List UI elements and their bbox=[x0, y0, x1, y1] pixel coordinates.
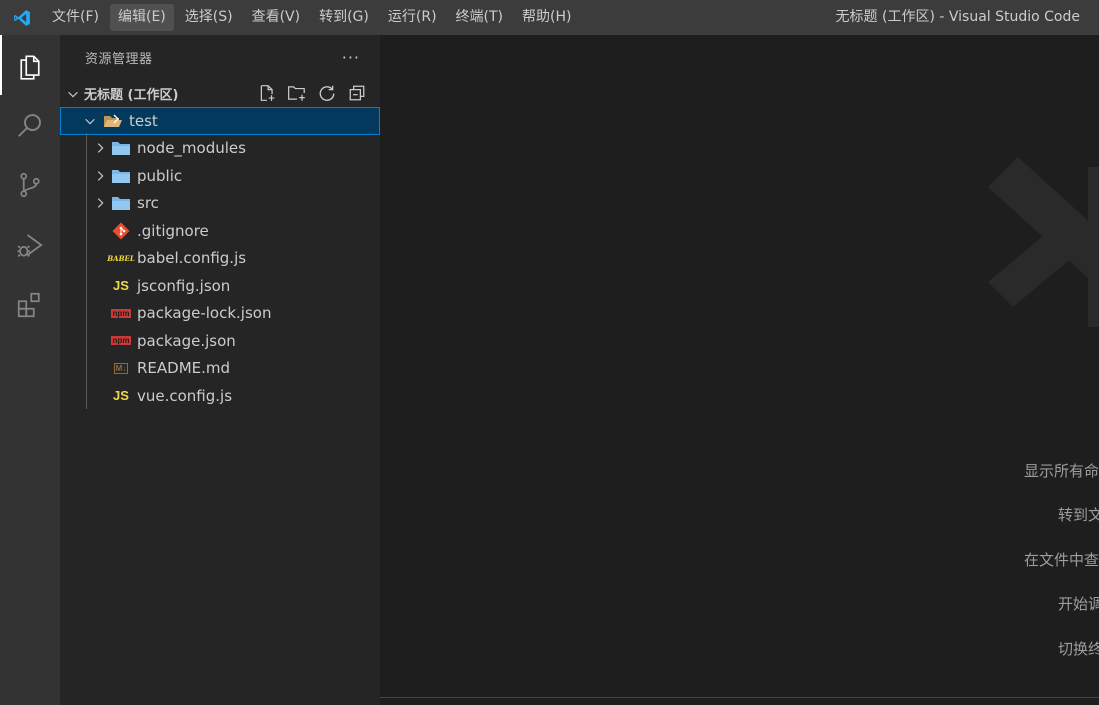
markdown-icon: M↓ bbox=[113, 362, 129, 374]
hint-start-debugging: 开始调 bbox=[1058, 595, 1099, 613]
activity-search[interactable] bbox=[0, 95, 60, 155]
folder-icon bbox=[110, 139, 132, 157]
chevron-down-icon bbox=[65, 86, 81, 102]
menu-terminal[interactable]: 终端(T) bbox=[448, 4, 511, 31]
panel-divider bbox=[380, 697, 1099, 698]
vscode-logo-icon[interactable] bbox=[0, 0, 44, 35]
folder-icon bbox=[110, 194, 132, 212]
tree-item-label: babel.config.js bbox=[137, 249, 247, 268]
extensions-icon bbox=[17, 292, 40, 318]
refresh-icon[interactable] bbox=[312, 82, 342, 104]
tree-item-label: test bbox=[129, 111, 158, 130]
run-debug-icon bbox=[17, 234, 43, 257]
indent-guide bbox=[86, 133, 87, 409]
tree-item-label: node_modules bbox=[137, 139, 246, 158]
tree-item-label: .gitignore bbox=[137, 221, 209, 240]
npm-icon: npm bbox=[110, 336, 132, 346]
hint-go-to-file: 转到文 bbox=[1058, 506, 1099, 524]
new-file-icon[interactable] bbox=[252, 82, 282, 104]
activity-run-debug[interactable] bbox=[0, 215, 60, 275]
tree-item-file[interactable]: M↓ README.md bbox=[60, 355, 380, 383]
workspace-actions bbox=[252, 82, 372, 104]
hint-find-in-files: 在文件中查 bbox=[1024, 551, 1099, 569]
git-icon bbox=[110, 222, 132, 240]
file-tree: test node_modules public src .gitignore … bbox=[60, 107, 380, 410]
menu-file[interactable]: 文件(F) bbox=[44, 4, 107, 31]
tree-item-file[interactable]: npm package.json bbox=[60, 327, 380, 355]
folder-open-icon bbox=[102, 112, 124, 130]
activity-bar bbox=[0, 35, 60, 705]
more-actions-icon[interactable]: ··· bbox=[342, 49, 360, 65]
tree-item-file[interactable]: .gitignore bbox=[60, 217, 380, 245]
chevron-down-icon bbox=[82, 113, 98, 129]
tree-root-folder[interactable]: test bbox=[60, 107, 380, 135]
hint-show-all-commands: 显示所有命 bbox=[1024, 462, 1099, 480]
js-icon: JS bbox=[113, 388, 129, 404]
sidebar-header: 资源管理器 ··· bbox=[60, 35, 380, 80]
explorer-sidebar: 资源管理器 ··· 无标题 (工作区) test node_modules pu… bbox=[60, 35, 380, 705]
tree-item-label: package-lock.json bbox=[137, 304, 272, 323]
activity-extensions[interactable] bbox=[0, 275, 60, 335]
tree-item-folder[interactable]: public bbox=[60, 162, 380, 190]
tree-item-label: public bbox=[137, 166, 183, 185]
editor-area[interactable]: 显示所有命 转到文 在文件中查 开始调 切换终 bbox=[380, 35, 1099, 705]
npm-icon: npm bbox=[110, 308, 132, 318]
tree-item-label: package.json bbox=[137, 331, 236, 350]
menu-selection[interactable]: 选择(S) bbox=[177, 4, 241, 31]
activity-explorer[interactable] bbox=[0, 35, 60, 95]
hint-toggle-terminal: 切换终 bbox=[1058, 640, 1099, 658]
tree-item-folder[interactable]: src bbox=[60, 190, 380, 218]
menu-bar: 文件(F) 编辑(E) 选择(S) 查看(V) 转到(G) 运行(R) 终端(T… bbox=[44, 0, 582, 35]
tree-item-label: README.md bbox=[137, 359, 231, 378]
tree-item-file[interactable]: JS jsconfig.json bbox=[60, 272, 380, 300]
sidebar-title: 资源管理器 bbox=[85, 52, 153, 67]
explorer-icon bbox=[20, 55, 40, 80]
folder-icon bbox=[110, 167, 132, 185]
js-icon: JS bbox=[113, 278, 129, 294]
tree-item-file[interactable]: JS vue.config.js bbox=[60, 382, 380, 410]
collapse-all-icon[interactable] bbox=[342, 82, 372, 104]
title-bar: 文件(F) 编辑(E) 选择(S) 查看(V) 转到(G) 运行(R) 终端(T… bbox=[0, 0, 1099, 35]
source-control-icon bbox=[20, 172, 40, 198]
menu-view[interactable]: 查看(V) bbox=[244, 4, 309, 31]
tree-item-file[interactable]: npm package-lock.json bbox=[60, 300, 380, 328]
babel-icon: BABEL bbox=[107, 253, 135, 263]
new-folder-icon[interactable] bbox=[282, 82, 312, 104]
tree-item-label: src bbox=[137, 194, 159, 213]
tree-item-label: vue.config.js bbox=[137, 386, 233, 405]
chevron-right-icon bbox=[92, 195, 108, 211]
search-icon bbox=[18, 114, 41, 137]
vscode-watermark-icon bbox=[988, 157, 1099, 327]
tree-item-file[interactable]: BABEL babel.config.js bbox=[60, 245, 380, 273]
menu-go[interactable]: 转到(G) bbox=[311, 4, 377, 31]
chevron-right-icon bbox=[92, 140, 108, 156]
menu-edit[interactable]: 编辑(E) bbox=[109, 4, 174, 31]
menu-run[interactable]: 运行(R) bbox=[380, 4, 445, 31]
window-title: 无标题 (工作区) - Visual Studio Code bbox=[835, 9, 1080, 25]
chevron-right-icon bbox=[92, 168, 108, 184]
menu-help[interactable]: 帮助(H) bbox=[514, 4, 579, 31]
workspace-title: 无标题 (工作区) bbox=[84, 88, 179, 103]
workspace-header[interactable]: 无标题 (工作区) bbox=[60, 80, 380, 107]
tree-item-folder[interactable]: node_modules bbox=[60, 135, 380, 163]
tree-item-label: jsconfig.json bbox=[137, 276, 231, 295]
activity-source-control[interactable] bbox=[0, 155, 60, 215]
